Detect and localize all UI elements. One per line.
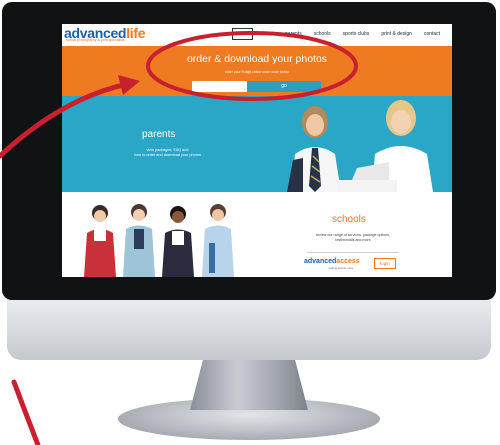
annotation-overlay <box>0 31 358 445</box>
highlight-ellipse-icon <box>146 31 358 101</box>
arrow-head-icon <box>118 75 140 95</box>
annotation-stroke-bottom <box>11 379 41 445</box>
annotation-arrow-icon <box>0 81 131 159</box>
